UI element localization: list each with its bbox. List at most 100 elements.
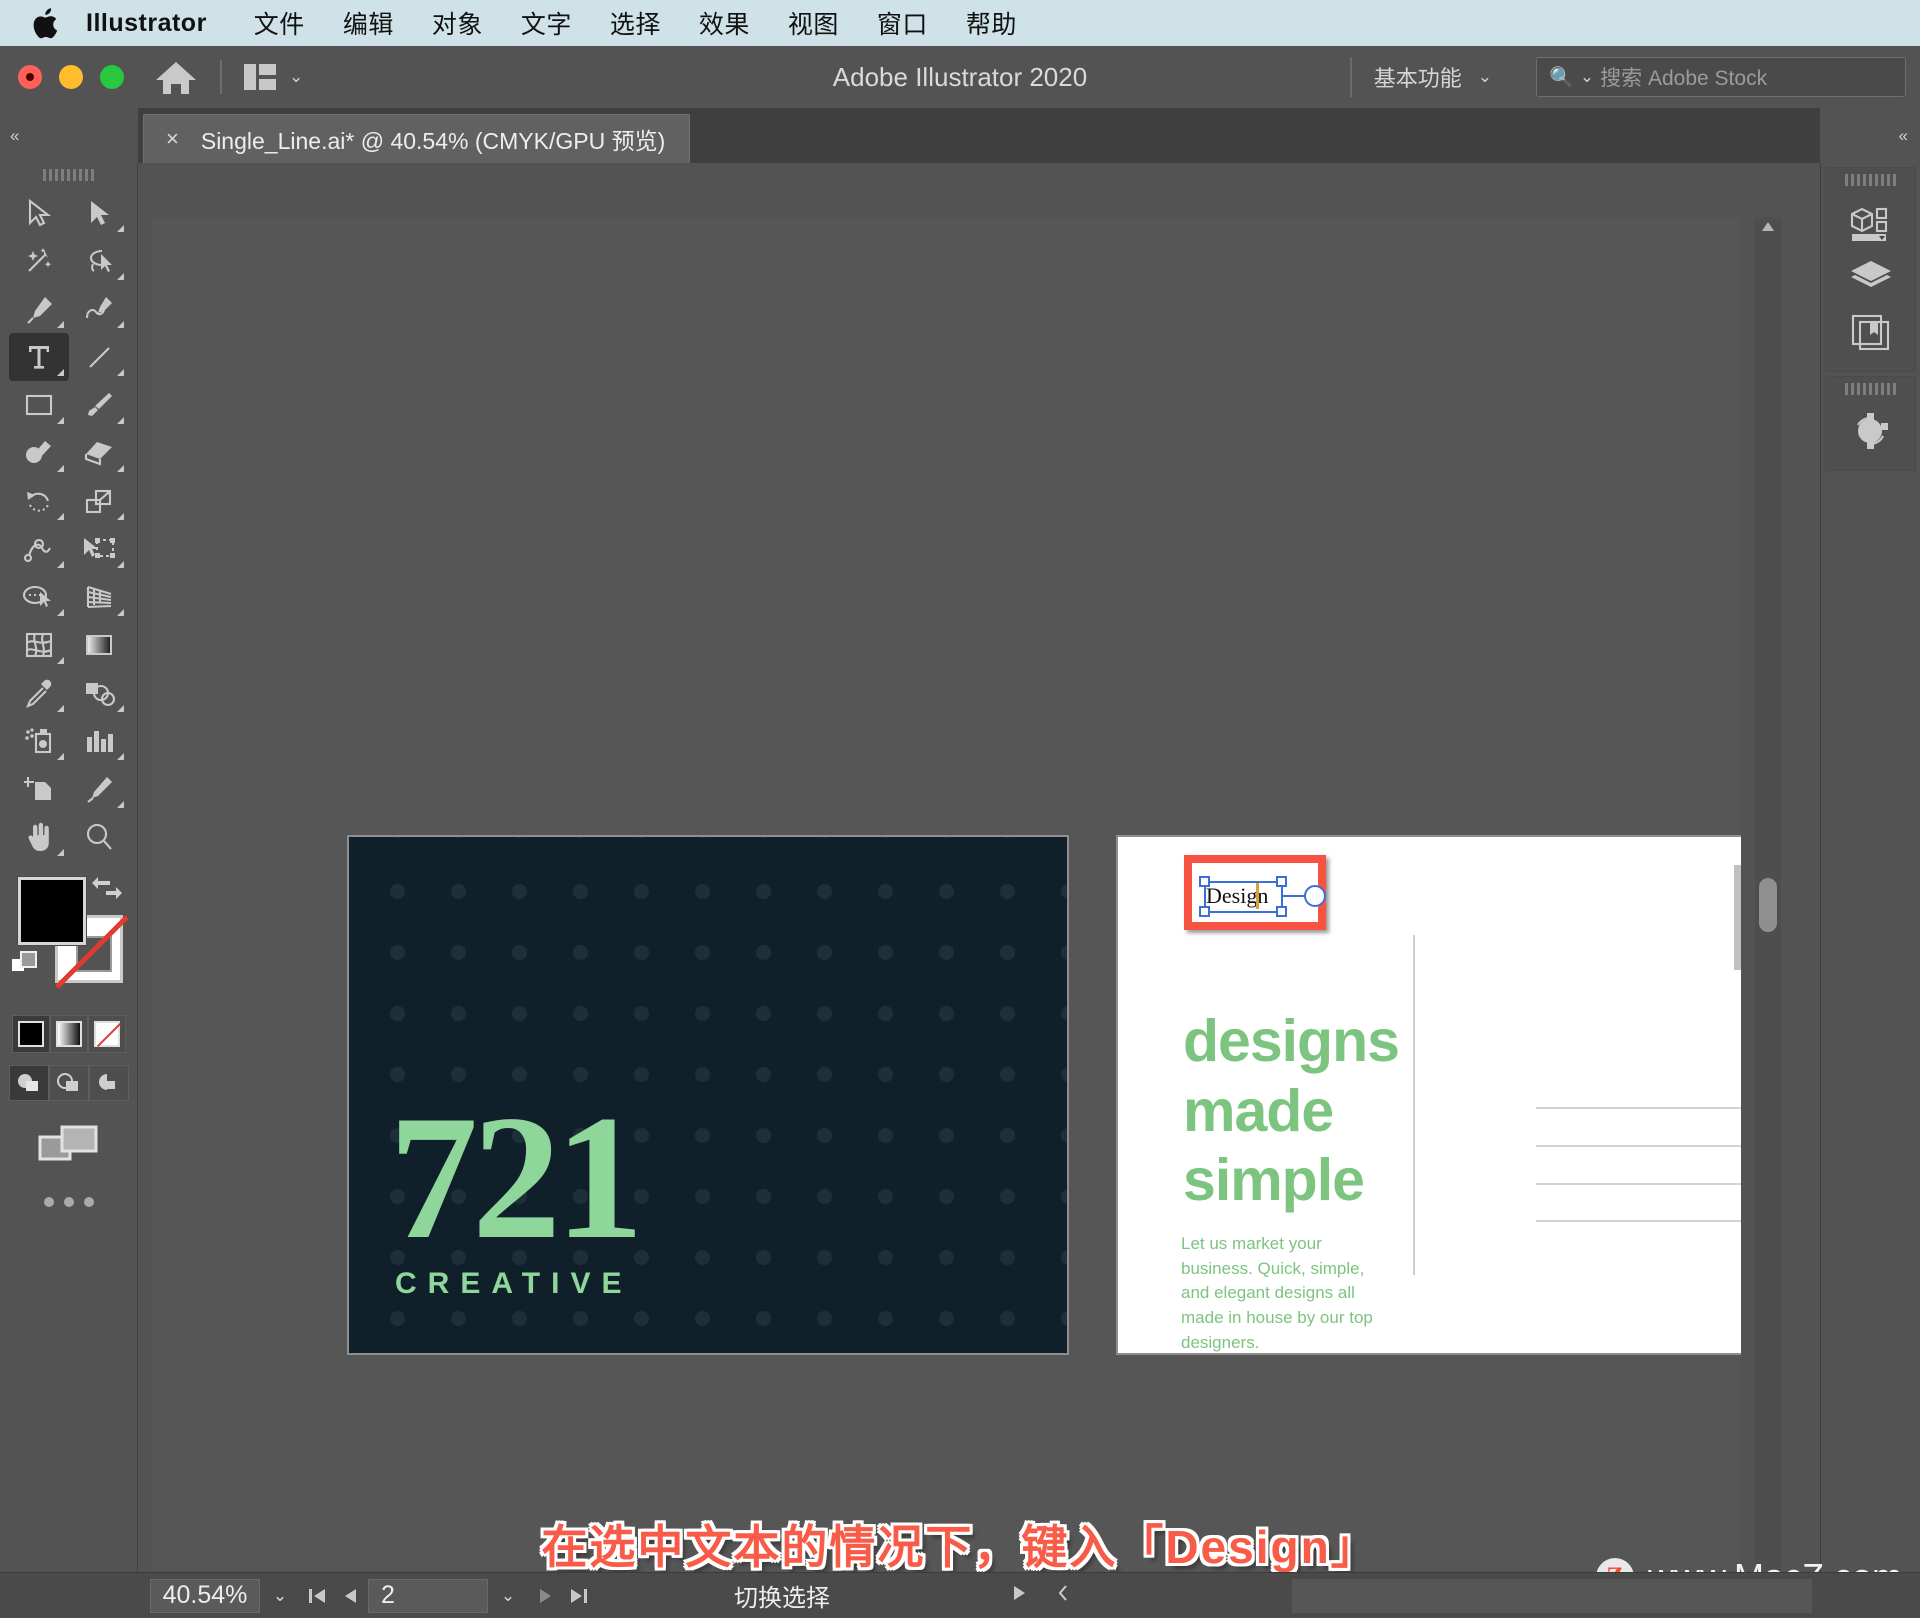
tool-flyout-indicator[interactable] <box>116 561 124 568</box>
chevron-left-icon[interactable] <box>1056 1583 1070 1608</box>
search-input[interactable]: 🔍 ⌄ 搜索 Adobe Stock <box>1536 57 1906 97</box>
more-tools-button[interactable] <box>0 1197 137 1207</box>
tool-flyout-indicator[interactable] <box>56 513 64 520</box>
properties-panel-icon[interactable] <box>1826 194 1915 249</box>
tool-flyout-indicator[interactable] <box>56 609 64 616</box>
tool-flyout-indicator[interactable] <box>116 705 124 712</box>
vertical-scrollbar[interactable] <box>1755 218 1781 1618</box>
artboard-tool[interactable] <box>9 765 69 813</box>
menu-item-edit[interactable]: 编辑 <box>324 5 413 41</box>
shape-builder-tool[interactable] <box>9 573 69 621</box>
panel-grip[interactable] <box>39 169 99 181</box>
zoom-dropdown-chevron-down-icon[interactable]: ⌄ <box>260 1578 300 1613</box>
artwork-white-postcard[interactable]: Design Place Stamp He <box>1116 835 1741 1355</box>
text-selection-highlight[interactable]: Design <box>1184 855 1326 930</box>
symbol-sprayer-tool[interactable] <box>9 717 69 765</box>
tool-flyout-indicator[interactable] <box>56 417 64 424</box>
tool-flyout-indicator[interactable] <box>56 753 64 760</box>
home-icon[interactable] <box>154 57 198 97</box>
menu-item-view[interactable]: 视图 <box>769 5 858 41</box>
draw-inside-mode[interactable] <box>88 1065 129 1101</box>
menu-item-object[interactable]: 对象 <box>413 5 502 41</box>
arrange-documents-icon[interactable]: ⌄ <box>244 64 303 90</box>
tool-flyout-indicator[interactable] <box>116 609 124 616</box>
pen-tool[interactable] <box>9 285 69 333</box>
draw-normal-mode[interactable] <box>8 1065 49 1101</box>
menu-item-type[interactable]: 文字 <box>502 5 591 41</box>
tool-flyout-indicator[interactable] <box>56 369 64 376</box>
tool-flyout-indicator[interactable] <box>56 561 64 568</box>
artwork-dark-postcard[interactable]: 721 CREATIVE <box>347 835 1069 1355</box>
selection-tool[interactable] <box>9 189 69 237</box>
menu-item-effect[interactable]: 效果 <box>680 5 769 41</box>
shaper-tool[interactable] <box>9 429 69 477</box>
rotate-tool[interactable] <box>9 477 69 525</box>
lasso-tool[interactable] <box>69 237 129 285</box>
direct-selection-tool[interactable] <box>69 189 129 237</box>
selection-handle-br[interactable] <box>1276 906 1287 917</box>
menu-item-help[interactable]: 帮助 <box>947 5 1036 41</box>
chevron-down-icon[interactable]: ⌄ <box>1580 67 1594 87</box>
tool-flyout-indicator[interactable] <box>56 657 64 664</box>
tool-flyout-indicator[interactable] <box>116 465 124 472</box>
tool-flyout-indicator[interactable] <box>116 225 124 232</box>
apple-logo-icon[interactable] <box>32 8 58 39</box>
previous-artboard-icon[interactable] <box>334 1586 368 1606</box>
artboard-canvas[interactable]: 721 CREATIVE Design designs made simple … <box>151 218 1741 1618</box>
play-icon[interactable] <box>1010 1583 1028 1608</box>
draw-behind-mode[interactable] <box>48 1065 89 1101</box>
menu-app-name[interactable]: Illustrator <box>86 9 235 38</box>
tool-flyout-indicator[interactable] <box>56 849 64 856</box>
layers-panel-icon[interactable] <box>1826 249 1915 304</box>
tool-flyout-indicator[interactable] <box>116 273 124 280</box>
last-artboard-icon[interactable] <box>562 1586 596 1606</box>
blend-tool[interactable] <box>69 669 129 717</box>
artboard-number-input[interactable]: 2 <box>368 1578 488 1613</box>
paintbrush-tool[interactable] <box>69 381 129 429</box>
collapse-left-panel-button[interactable]: « <box>0 108 138 163</box>
free-transform-tool[interactable] <box>69 525 129 573</box>
swap-fill-stroke-icon[interactable] <box>90 875 124 905</box>
zoom-level-input[interactable]: 40.54% <box>150 1578 260 1613</box>
none-swatch[interactable] <box>87 1015 126 1053</box>
next-artboard-icon[interactable] <box>528 1586 562 1606</box>
collapse-right-panel-button[interactable]: « <box>1820 108 1920 163</box>
curvature-tool[interactable] <box>69 285 129 333</box>
screen-mode-icon[interactable] <box>0 1123 137 1165</box>
cc-sync-icon[interactable] <box>1826 403 1915 458</box>
menu-item-select[interactable]: 选择 <box>591 5 680 41</box>
tool-flyout-indicator[interactable] <box>116 321 124 328</box>
minimize-window-button[interactable] <box>59 65 83 89</box>
scroll-up-icon[interactable] <box>1762 222 1774 232</box>
workspace-switcher[interactable]: 基本功能 ⌄ <box>1352 61 1514 93</box>
document-tab[interactable]: × Single_Line.ai* @ 40.54% (CMYK/GPU 预览) <box>143 114 691 163</box>
tool-flyout-indicator[interactable] <box>116 417 124 424</box>
menu-item-window[interactable]: 窗口 <box>858 5 947 41</box>
tool-flyout-indicator[interactable] <box>56 465 64 472</box>
tool-flyout-indicator[interactable] <box>56 705 64 712</box>
selection-handle-bl[interactable] <box>1199 906 1210 917</box>
panel-grip[interactable] <box>1841 174 1901 186</box>
close-icon[interactable]: × <box>166 126 179 152</box>
status-bar-scroll-area[interactable] <box>1292 1579 1812 1613</box>
eyedropper-tool[interactable] <box>9 669 69 717</box>
slice-tool[interactable] <box>69 765 129 813</box>
mesh-tool[interactable] <box>9 621 69 669</box>
first-artboard-icon[interactable] <box>300 1586 334 1606</box>
vertical-scroll-thumb[interactable] <box>1759 878 1777 932</box>
line-segment-tool[interactable] <box>69 333 129 381</box>
gradient-swatch[interactable] <box>49 1015 88 1053</box>
color-swatch-black[interactable] <box>11 1015 50 1053</box>
eraser-tool[interactable] <box>69 429 129 477</box>
artboard-dropdown-chevron-down-icon[interactable]: ⌄ <box>488 1579 528 1613</box>
selection-handle-tl[interactable] <box>1199 876 1210 887</box>
text-out-port[interactable] <box>1304 885 1326 907</box>
column-graph-tool[interactable] <box>69 717 129 765</box>
default-fill-stroke-icon[interactable] <box>10 949 40 979</box>
tool-flyout-indicator[interactable] <box>116 513 124 520</box>
menu-item-file[interactable]: 文件 <box>235 5 324 41</box>
maximize-window-button[interactable] <box>100 65 124 89</box>
tool-flyout-indicator[interactable] <box>116 753 124 760</box>
magic-wand-tool[interactable] <box>9 237 69 285</box>
chevron-down-icon[interactable]: ⌄ <box>1478 67 1492 87</box>
